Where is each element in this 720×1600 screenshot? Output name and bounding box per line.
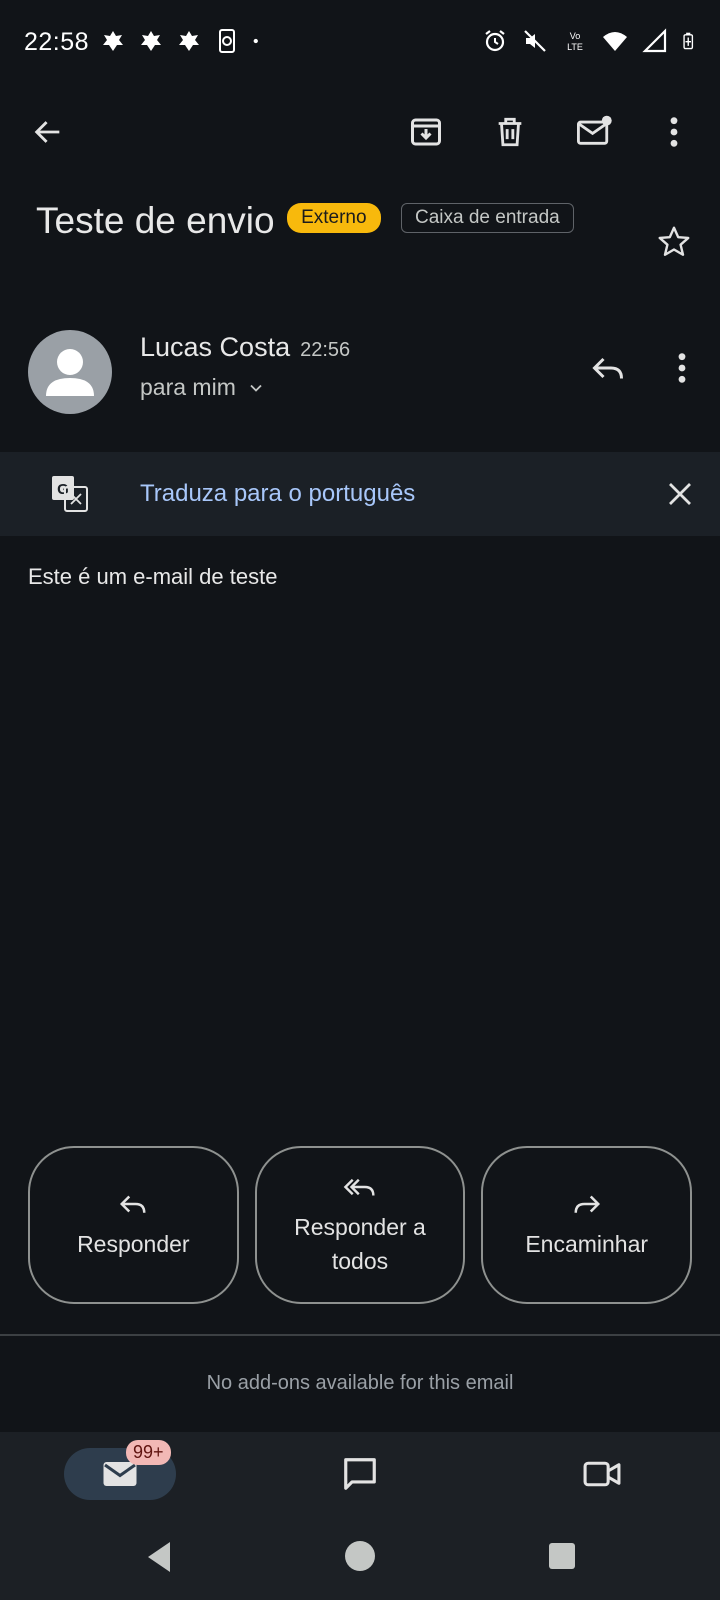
external-label-chip: Externo [287,203,381,233]
avatar[interactable] [28,330,112,414]
meet-icon [583,1461,621,1487]
signal-icon [642,28,667,53]
email-body: Este é um e-mail de teste [28,564,278,589]
system-home-icon[interactable] [344,1540,376,1572]
translate-icon: G [52,476,88,512]
dot-icon [253,38,258,44]
svg-text:Vo: Vo [570,31,581,41]
divider [0,1334,720,1336]
recipient-toggle[interactable]: para mim [140,374,266,401]
sender-name-text: Lucas Costa [140,332,291,362]
translate-link[interactable]: Traduza para o português [140,480,415,508]
notification-icon [179,31,199,51]
volte-icon: VoLTE [567,31,583,52]
svg-text:G: G [57,481,69,498]
forward-button[interactable]: Encaminhar [481,1146,693,1304]
back-arrow-icon [34,121,60,143]
dismiss-translate-button[interactable] [656,470,704,518]
battery-icon [683,32,694,50]
status-bar: 22:58 Vo LTE [0,0,720,88]
action-buttons: Responder Responder a todos Encaminhar [28,1146,693,1304]
folder-label-chip[interactable]: Caixa de entrada [401,203,574,233]
archive-icon [411,118,441,146]
reply-all-icon [343,1178,375,1196]
forward-label: Encaminhar [525,1231,649,1257]
addons-message: No add-ons available for this email [206,1372,514,1394]
sender-name: Lucas Costa 22:56 [140,332,350,363]
back-button[interactable] [24,108,72,156]
system-back-icon[interactable] [144,1540,174,1574]
unread-badge: 99+ [126,1440,171,1465]
nav-chat[interactable] [336,1450,384,1498]
star-button[interactable] [650,218,698,266]
app-bar [0,96,720,168]
wifi-icon [603,32,627,51]
more-options-button[interactable] [650,108,698,156]
system-nav [0,1520,720,1600]
reply-all-label: Responder a todos [294,1214,426,1274]
alarm-icon [485,30,505,52]
more-vert-icon [670,117,678,147]
archive-button[interactable] [402,108,450,156]
status-system-icons: Vo LTE [482,28,700,54]
message-more-button[interactable] [658,344,706,392]
chat-icon [344,1458,376,1490]
notification-icon [141,31,161,51]
mark-unread-icon [577,115,612,145]
system-recents-icon[interactable] [548,1542,576,1570]
subject-row: Teste de envio Externo Caixa de entrada [36,200,696,242]
reply-button-header[interactable] [584,344,632,392]
forward-icon [574,1195,600,1213]
reply-icon [120,1195,146,1213]
mail-icon [103,1462,137,1486]
mark-unread-button[interactable] [570,108,618,156]
sender-row: Lucas Costa 22:56 para mim [0,318,720,418]
svg-text:LTE: LTE [567,42,583,52]
email-time: 22:56 [300,339,351,361]
reply-button[interactable]: Responder [28,1146,239,1304]
translate-banner: G Traduza para o português [0,452,720,536]
email-subject: Teste de envio [36,200,275,241]
more-vert-icon [678,353,686,383]
reply-label: Responder [77,1231,190,1257]
person-icon [46,349,94,396]
nav-meet[interactable] [578,1450,626,1498]
chevron-down-icon [250,384,262,392]
notification-icon [103,31,123,51]
recipient-label: para mim [140,374,236,400]
status-notification-icons [100,28,266,54]
mute-icon [524,30,546,52]
status-time: 22:58 [24,28,90,56]
phone-sync-icon [219,29,235,53]
delete-icon [498,117,522,147]
star-icon [658,226,690,256]
reply-all-button[interactable]: Responder a todos [254,1146,466,1304]
delete-button[interactable] [486,108,534,156]
reply-icon [592,357,623,379]
close-icon [669,483,691,505]
